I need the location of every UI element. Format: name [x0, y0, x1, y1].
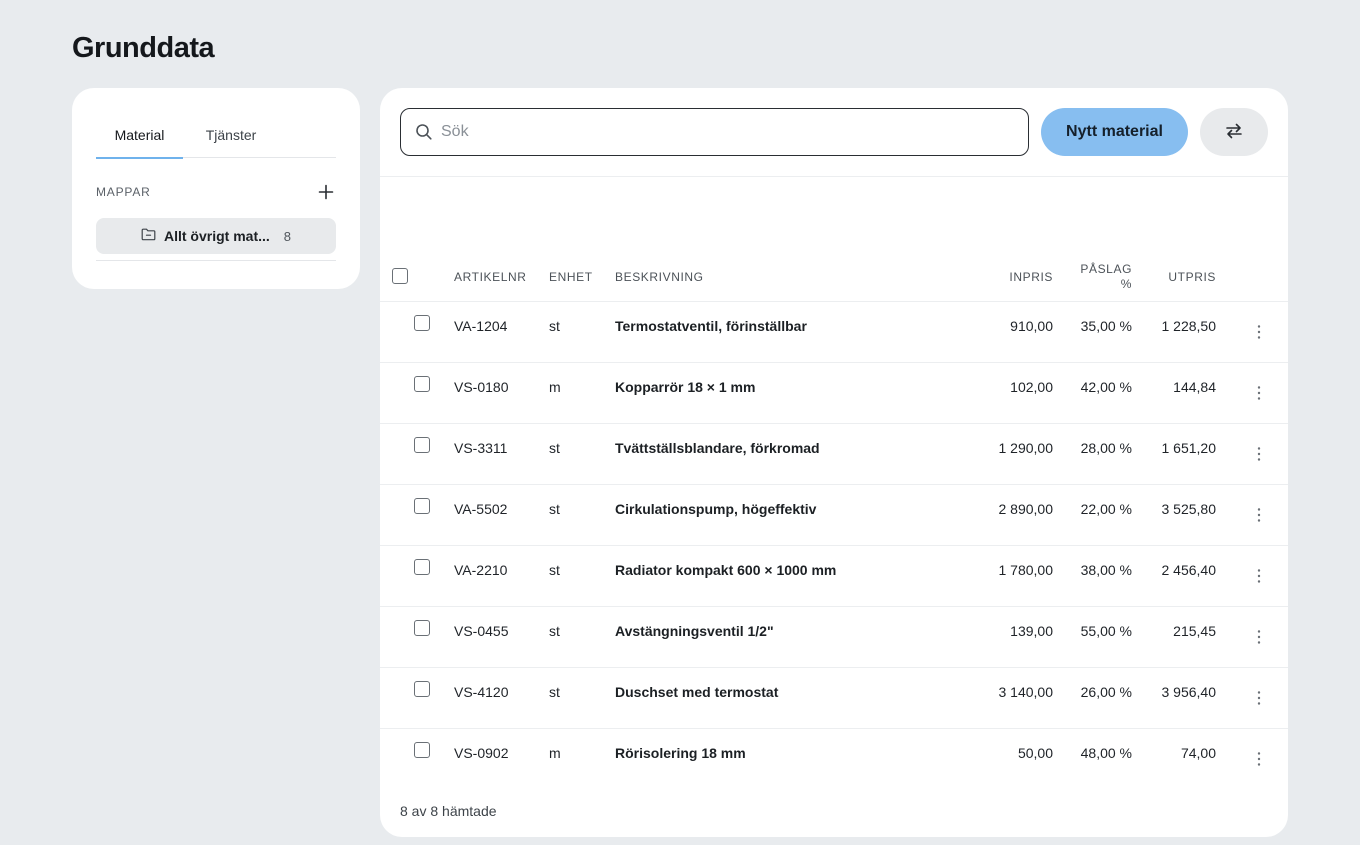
column-article[interactable]: ARTIKELNR	[454, 270, 527, 284]
row-menu-icon[interactable]	[1249, 322, 1269, 342]
select-all-checkbox[interactable]	[392, 268, 408, 284]
cell-unit: st	[549, 684, 560, 700]
table-row[interactable]: VA-5502 st Cirkulationspump, högeffektiv…	[380, 485, 1288, 546]
cell-unit: st	[549, 501, 560, 517]
cell-unit: st	[549, 623, 560, 639]
folders-panel: Material Tjänster MAPPAR Allt övrigt mat…	[72, 88, 360, 289]
cell-article: VA-2210	[454, 562, 508, 578]
row-menu-icon[interactable]	[1249, 688, 1269, 708]
column-outprice[interactable]: UTPRIS	[1136, 270, 1216, 284]
table-header: ARTIKELNR ENHET BESKRIVNING INPRIS PÅSLA…	[380, 248, 1288, 302]
row-menu-icon[interactable]	[1249, 444, 1269, 464]
cell-description: Rörisolering 18 mm	[615, 745, 746, 761]
row-menu-icon[interactable]	[1249, 383, 1269, 403]
table-row[interactable]: VS-0180 m Kopparrör 18 × 1 mm 102,00 42,…	[380, 363, 1288, 424]
cell-outprice: 2 456,40	[1161, 562, 1217, 578]
cell-outprice: 144,84	[1173, 379, 1216, 395]
cell-unit: m	[549, 379, 561, 395]
column-description[interactable]: BESKRIVNING	[615, 270, 704, 284]
cell-outprice: 74,00	[1180, 745, 1216, 761]
row-checkbox[interactable]	[414, 315, 430, 331]
table-row[interactable]: VA-1204 st Termostatventil, förinställba…	[380, 302, 1288, 363]
row-checkbox[interactable]	[414, 498, 430, 514]
swap-button[interactable]	[1200, 108, 1268, 156]
folders-header: MAPPAR	[96, 180, 336, 204]
cell-description: Avstängningsventil 1/2"	[615, 623, 774, 639]
cell-article: VA-5502	[454, 501, 508, 517]
search-box[interactable]	[400, 108, 1029, 156]
tab-services[interactable]: Tjänster	[183, 112, 279, 158]
cell-outprice: 3 956,40	[1161, 684, 1217, 700]
table-row[interactable]: VS-0455 st Avstängningsventil 1/2" 139,0…	[380, 607, 1288, 668]
tab-material[interactable]: Material	[96, 112, 183, 159]
row-checkbox[interactable]	[414, 437, 430, 453]
table-row[interactable]: VA-2210 st Radiator kompakt 600 × 1000 m…	[380, 546, 1288, 607]
column-inprice[interactable]: INPRIS	[973, 270, 1053, 284]
tab-bar: Material Tjänster	[96, 112, 336, 159]
cell-article: VS-0902	[454, 745, 509, 761]
column-markup-label: PÅSLAG	[1080, 262, 1132, 276]
cell-description: Duschset med termostat	[615, 684, 779, 700]
search-input[interactable]	[441, 123, 1001, 141]
column-markup-unit: %	[1120, 277, 1132, 291]
row-menu-icon[interactable]	[1249, 627, 1269, 647]
row-checkbox[interactable]	[414, 681, 430, 697]
toolbar: Nytt material	[380, 88, 1288, 177]
folder-name: Allt övrigt mat...	[163, 228, 270, 244]
folder-count: 8	[283, 228, 292, 244]
table-row[interactable]: VS-0902 m Rörisolering 18 mm 50,00 48,00…	[380, 729, 1288, 790]
row-menu-icon[interactable]	[1249, 505, 1269, 525]
swap-arrows-icon	[1225, 123, 1243, 142]
row-checkbox[interactable]	[414, 376, 430, 392]
cell-outprice: 215,45	[1173, 623, 1216, 639]
row-menu-icon[interactable]	[1249, 566, 1269, 586]
cell-description: Cirkulationspump, högeffektiv	[615, 501, 817, 517]
add-folder-icon[interactable]	[316, 182, 336, 202]
table-row[interactable]: VS-4120 st Duschset med termostat 3 140,…	[380, 668, 1288, 729]
folder-item[interactable]: Allt övrigt mat... 8	[96, 218, 336, 254]
cell-article: VA-1204	[454, 318, 508, 334]
cell-description: Kopparrör 18 × 1 mm	[615, 379, 756, 395]
cell-description: Tvättställsblandare, förkromad	[615, 440, 820, 456]
cell-unit: m	[549, 745, 561, 761]
table-body: VA-1204 st Termostatventil, förinställba…	[380, 302, 1288, 790]
materials-panel: Nytt material ARTIKELNR ENHET BESKRIVNIN…	[380, 88, 1288, 837]
cell-article: VS-0455	[454, 623, 509, 639]
search-icon	[415, 123, 433, 141]
row-checkbox[interactable]	[414, 742, 430, 758]
cell-article: VS-3311	[454, 440, 508, 456]
cell-article: VS-4120	[454, 684, 509, 700]
table-row[interactable]: VS-3311 st Tvättställsblandare, förkroma…	[380, 424, 1288, 485]
folder-icon	[141, 228, 156, 244]
divider	[96, 260, 336, 261]
row-menu-icon[interactable]	[1249, 749, 1269, 769]
cell-unit: st	[549, 318, 560, 334]
page-title: Grunddata	[72, 32, 215, 64]
cell-outprice: 3 525,80	[1161, 501, 1217, 517]
cell-unit: st	[549, 440, 560, 456]
row-checkbox[interactable]	[414, 620, 430, 636]
cell-description: Radiator kompakt 600 × 1000 mm	[615, 562, 837, 578]
cell-unit: st	[549, 562, 560, 578]
column-markup[interactable]: PÅSLAG %	[1052, 262, 1132, 292]
folders-label: MAPPAR	[96, 185, 151, 199]
cell-outprice: 1 651,20	[1161, 440, 1217, 456]
cell-article: VS-0180	[454, 379, 509, 395]
fetch-status: 8 av 8 hämtade	[400, 803, 497, 819]
cell-description: Termostatventil, förinställbar	[615, 318, 807, 334]
materials-table: ARTIKELNR ENHET BESKRIVNING INPRIS PÅSLA…	[380, 248, 1288, 790]
row-checkbox[interactable]	[414, 559, 430, 575]
cell-outprice: 1 228,50	[1161, 318, 1217, 334]
new-material-button[interactable]: Nytt material	[1041, 108, 1188, 156]
column-unit[interactable]: ENHET	[549, 270, 593, 284]
